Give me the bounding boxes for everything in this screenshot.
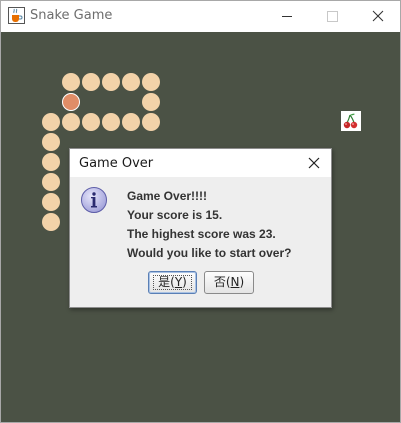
snake-segment xyxy=(62,113,80,131)
snake-segment xyxy=(82,73,100,91)
minimize-button[interactable] xyxy=(264,1,310,31)
snake-game-window: Snake Game Game Over Game Over!!!! Your … xyxy=(0,0,401,423)
snake-segment xyxy=(42,213,60,231)
maximize-button[interactable] xyxy=(310,1,356,31)
maximize-icon xyxy=(327,11,338,22)
score-message: Your score is 15. xyxy=(127,208,223,222)
cherry-icon xyxy=(343,113,358,129)
no-button-label: 否( xyxy=(213,275,231,289)
snake-segment xyxy=(42,173,60,191)
snake-segment xyxy=(42,113,60,131)
title-bar[interactable]: Snake Game xyxy=(1,1,400,32)
no-button[interactable]: 否(N) xyxy=(204,271,254,294)
info-icon xyxy=(81,187,107,213)
close-icon xyxy=(372,10,384,22)
snake-segment xyxy=(142,93,160,111)
snake-segment xyxy=(122,73,140,91)
game-over-dialog: Game Over Game Over!!!! Your score is 15… xyxy=(69,148,332,308)
snake-head xyxy=(62,93,80,111)
snake-segment xyxy=(142,73,160,91)
snake-segment xyxy=(42,153,60,171)
snake-segment xyxy=(142,113,160,131)
minimize-icon xyxy=(282,16,292,17)
message-line: Game Over!!!! xyxy=(127,189,208,203)
window-title: Snake Game xyxy=(30,8,113,23)
snake-segment xyxy=(42,133,60,151)
dialog-title-bar[interactable]: Game Over xyxy=(70,149,331,177)
snake-segment xyxy=(82,113,100,131)
snake-segment xyxy=(102,73,120,91)
snake-segment xyxy=(62,73,80,91)
close-icon xyxy=(308,157,320,169)
cherry-food xyxy=(341,111,361,131)
dialog-body: Game Over!!!! Your score is 15. The high… xyxy=(70,177,331,307)
restart-question: Would you like to start over? xyxy=(127,246,292,260)
dialog-title: Game Over xyxy=(79,156,154,171)
snake-segment xyxy=(102,113,120,131)
focus-ring xyxy=(153,275,192,290)
no-button-suffix: ) xyxy=(239,275,245,289)
close-button[interactable] xyxy=(354,1,400,31)
java-cup-icon xyxy=(8,7,25,24)
highest-score-message: The highest score was 23. xyxy=(127,227,276,241)
dialog-close-button[interactable] xyxy=(302,152,326,174)
yes-button[interactable]: 是(Y) xyxy=(148,271,197,294)
snake-segment xyxy=(122,113,140,131)
snake-segment xyxy=(42,193,60,211)
